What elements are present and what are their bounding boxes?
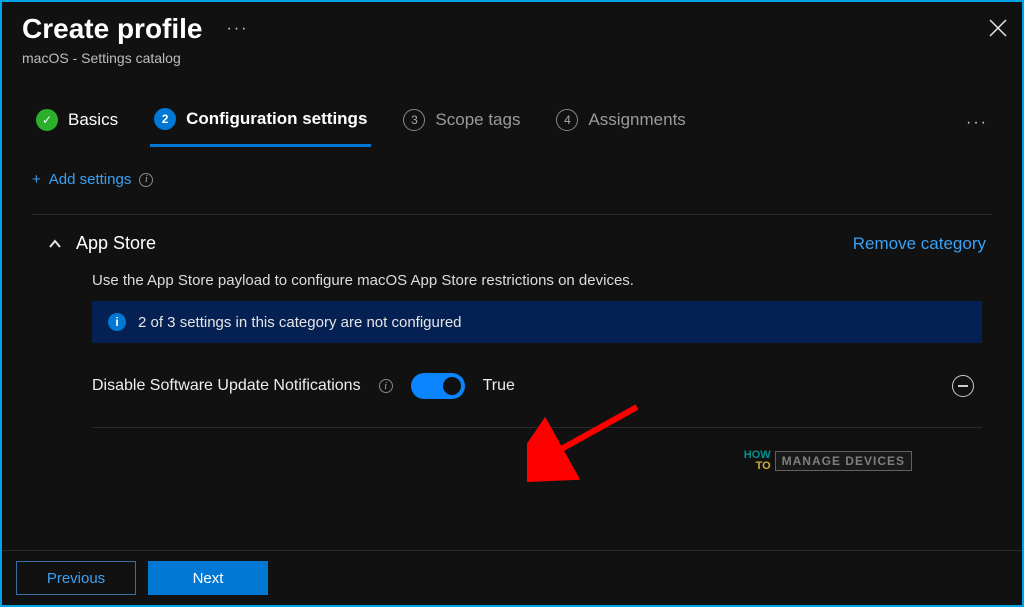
minus-icon (958, 385, 968, 387)
close-button[interactable] (982, 12, 1002, 32)
step-number-icon: 4 (556, 109, 578, 131)
previous-button[interactable]: Previous (16, 561, 136, 595)
info-icon: i (108, 313, 126, 331)
page-subtitle: macOS - Settings catalog (2, 50, 1022, 76)
tab-configuration-settings[interactable]: 2 Configuration settings (150, 100, 371, 147)
info-banner-text: 2 of 3 settings in this category are not… (138, 314, 462, 331)
add-settings-button[interactable]: + Add settings i (32, 165, 153, 206)
tab-assignments[interactable]: 4 Assignments (552, 101, 689, 145)
add-settings-label: Add settings (49, 171, 132, 188)
toggle-switch[interactable] (411, 373, 465, 399)
remove-setting-button[interactable] (952, 375, 974, 397)
tab-label: Assignments (588, 110, 685, 130)
plus-icon: + (32, 171, 41, 188)
toggle-knob (443, 377, 461, 395)
step-number-icon: 2 (154, 108, 176, 130)
category-description: Use the App Store payload to configure m… (92, 268, 982, 301)
wizard-tabs: ✓ Basics 2 Configuration settings 3 Scop… (2, 76, 1022, 147)
chevron-up-icon (48, 237, 62, 251)
toggle-value-label: True (483, 377, 515, 395)
divider (32, 214, 992, 215)
tab-label: Scope tags (435, 110, 520, 130)
next-button[interactable]: Next (148, 561, 268, 595)
tab-label: Basics (68, 110, 118, 130)
watermark-brand: MANAGE DEVICES (775, 451, 912, 471)
watermark: HOW TO MANAGE DEVICES (744, 450, 912, 472)
step-number-icon: 3 (403, 109, 425, 131)
tab-label: Configuration settings (186, 109, 367, 129)
header-more-button[interactable]: ··· (223, 12, 253, 46)
category-title: App Store (76, 233, 156, 254)
wizard-footer: Previous Next (2, 550, 1022, 605)
info-icon[interactable]: i (379, 379, 393, 393)
tab-basics[interactable]: ✓ Basics (32, 101, 122, 145)
setting-label: Disable Software Update Notifications (92, 377, 361, 395)
tab-scope-tags[interactable]: 3 Scope tags (399, 101, 524, 145)
checkmark-icon: ✓ (36, 109, 58, 131)
setting-row: Disable Software Update Notifications i … (92, 369, 982, 419)
category-toggle[interactable]: App Store (48, 233, 156, 254)
divider (92, 427, 982, 428)
remove-category-button[interactable]: Remove category (853, 234, 992, 254)
info-banner: i 2 of 3 settings in this category are n… (92, 301, 982, 343)
watermark-to: TO (744, 461, 771, 472)
tabs-more-button[interactable]: ··· (962, 106, 992, 140)
page-title: Create profile (22, 13, 203, 45)
info-icon[interactable]: i (139, 173, 153, 187)
